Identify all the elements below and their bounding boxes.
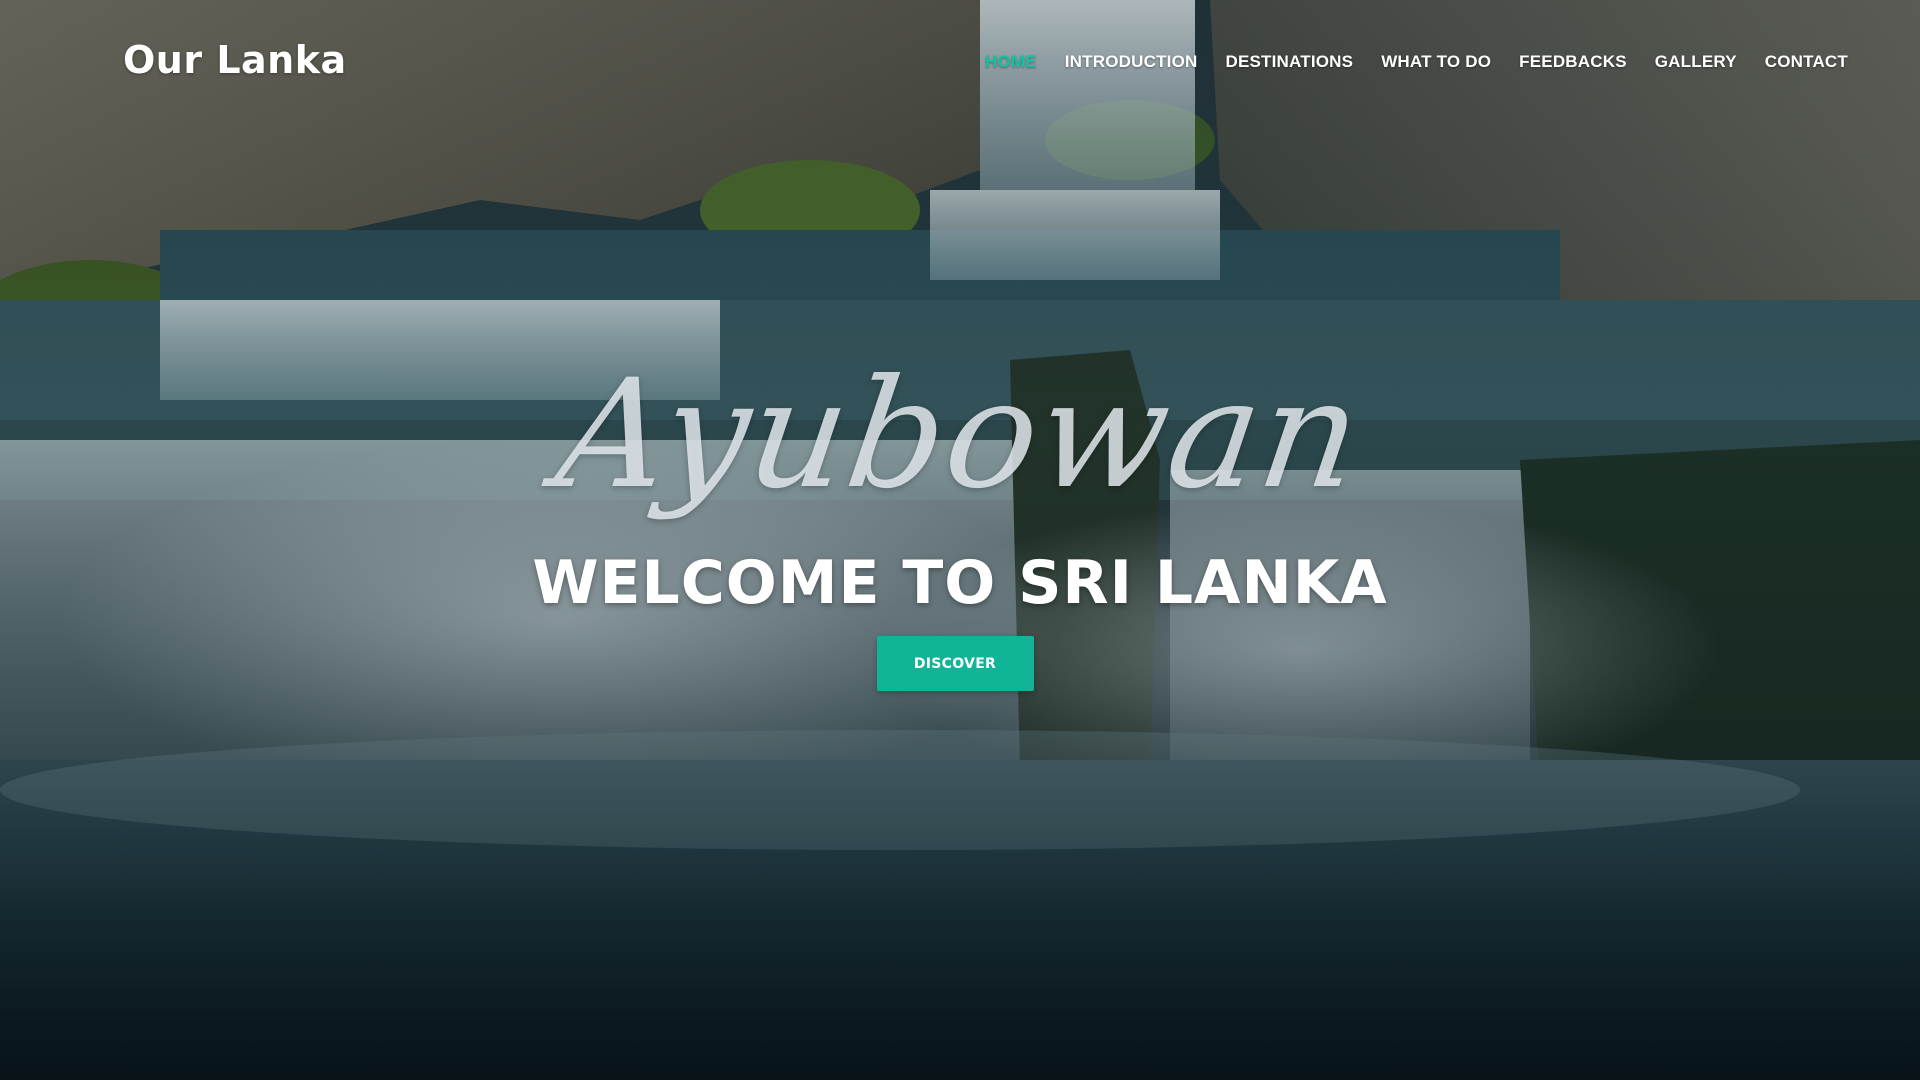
nav-link-home[interactable]: HOME [985, 52, 1037, 71]
nav-link-what-to-do[interactable]: WHAT TO DO [1381, 52, 1491, 71]
nav-item-what-to-do: WHAT TO DO [1381, 52, 1491, 72]
nav-link-gallery[interactable]: GALLERY [1655, 52, 1737, 71]
hero-content: Ayubowan WELCOME TO SRI LANKA DISCOVER [0, 348, 1920, 691]
nav-link-feedbacks[interactable]: FEEDBACKS [1519, 52, 1627, 71]
nav-item-destinations: DESTINATIONS [1225, 52, 1353, 72]
nav-item-gallery: GALLERY [1655, 52, 1737, 72]
nav-link-introduction[interactable]: INTRODUCTION [1065, 52, 1198, 71]
nav-link-contact[interactable]: CONTACT [1765, 52, 1848, 71]
nav-item-home: HOME [985, 52, 1037, 72]
discover-button[interactable]: DISCOVER [876, 636, 1034, 691]
nav-menu: HOME INTRODUCTION DESTINATIONS WHAT TO D… [985, 52, 1848, 72]
nav-item-introduction: INTRODUCTION [1065, 52, 1198, 72]
nav-link-destinations[interactable]: DESTINATIONS [1225, 52, 1353, 71]
hero-section: Our Lanka HOME INTRODUCTION DESTINATIONS… [0, 0, 1920, 1080]
hero-script-title: Ayubowan [547, 348, 1373, 522]
brand-logo[interactable]: Our Lanka [123, 38, 347, 82]
nav-item-contact: CONTACT [1765, 52, 1848, 72]
hero-heading: WELCOME TO SRI LANKA [532, 548, 1388, 618]
top-navbar: Our Lanka HOME INTRODUCTION DESTINATIONS… [0, 0, 1920, 128]
nav-item-feedbacks: FEEDBACKS [1519, 52, 1627, 72]
